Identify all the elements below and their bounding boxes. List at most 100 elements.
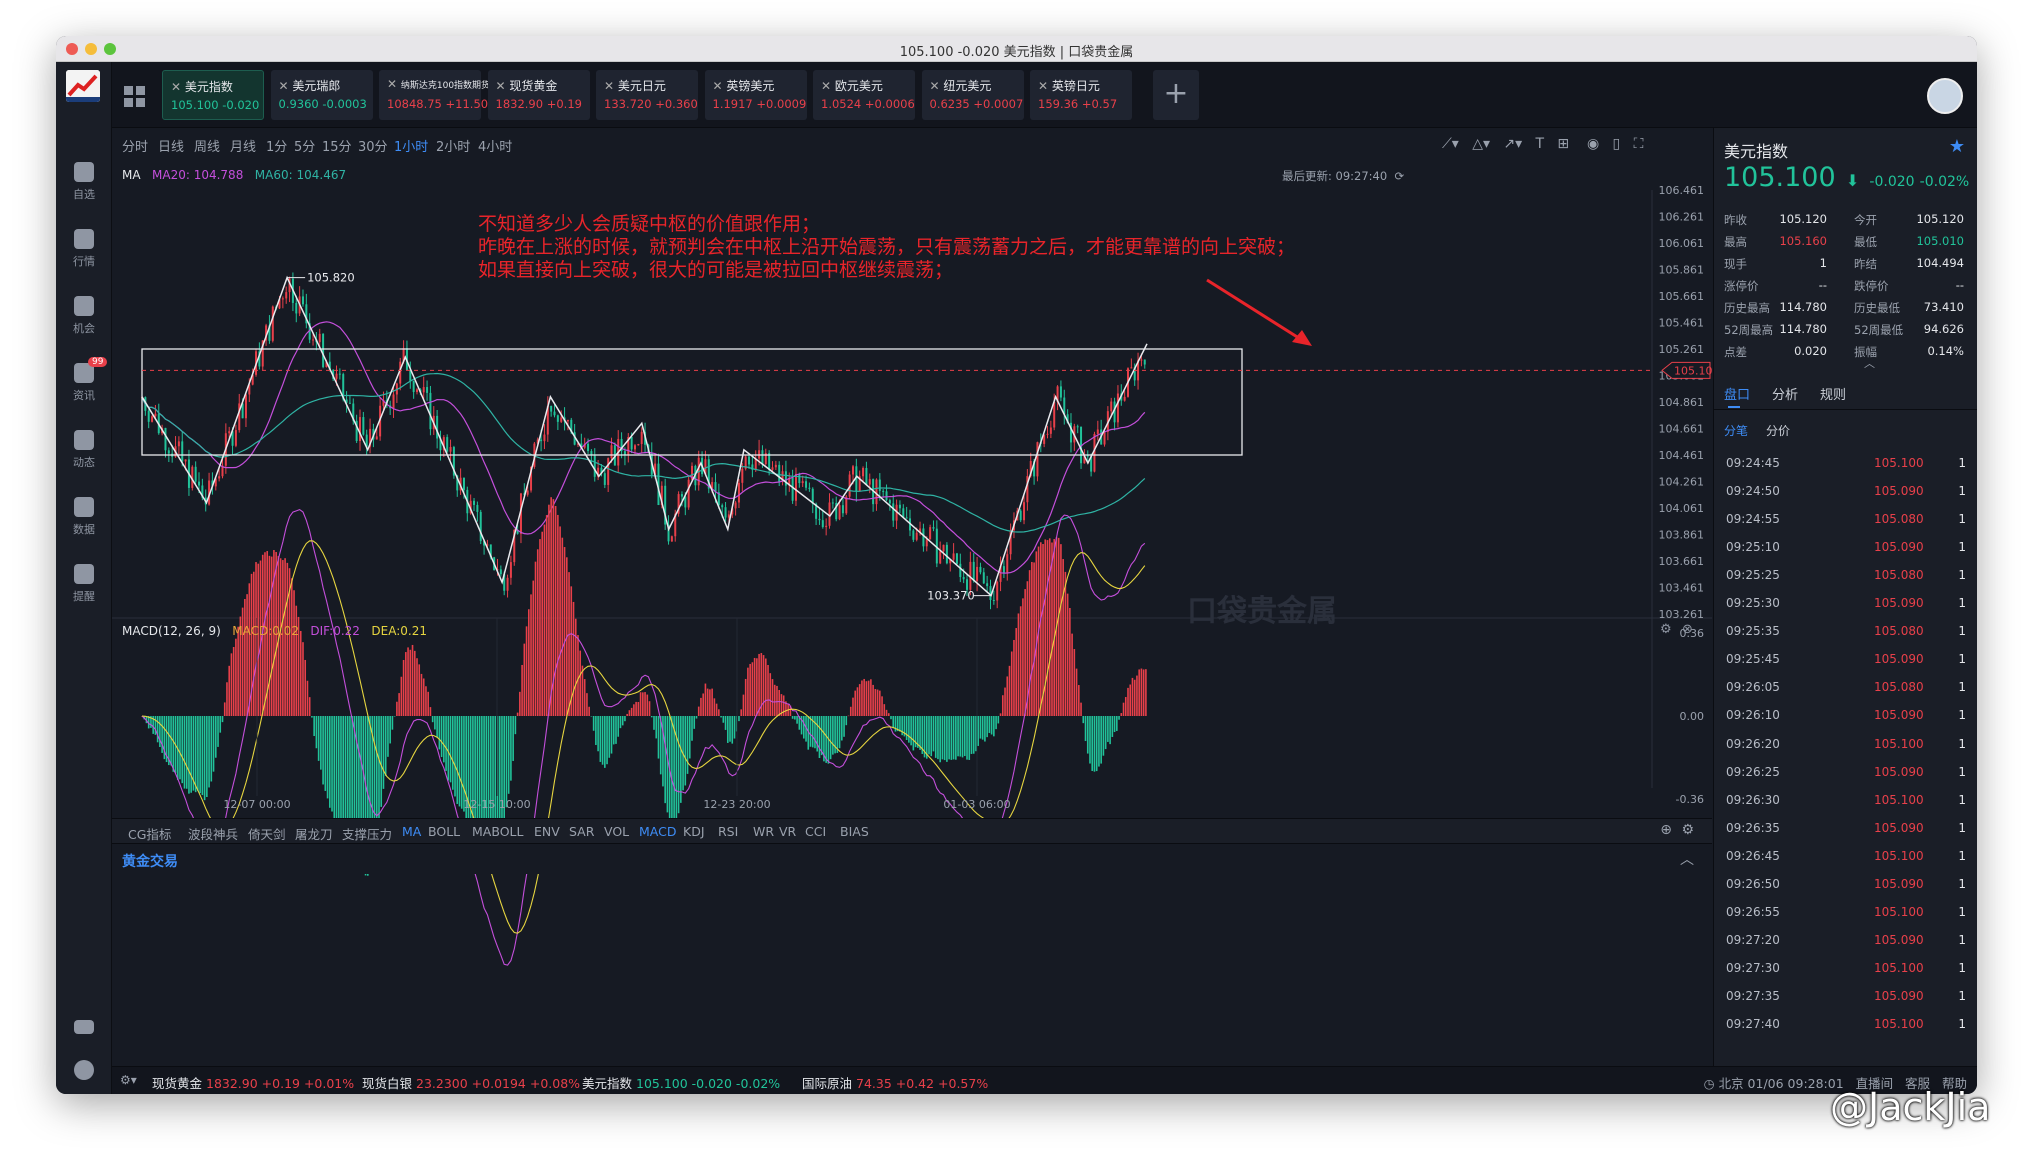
macd-bar <box>1062 559 1064 716</box>
indicator-17[interactable]: BIAS <box>840 824 869 839</box>
symbol-tab[interactable]: ✕ 英镑日元 159.36 +0.57 <box>1030 70 1132 120</box>
macd-bar <box>507 716 510 794</box>
indicator-7[interactable]: MABOLL <box>472 824 523 839</box>
symbol-tab[interactable]: ✕ 纳斯达克100指数期货 10848.75 +11.50 <box>379 70 490 120</box>
tab-close-icon[interactable]: ✕ <box>713 79 727 93</box>
symbol-tab[interactable]: ✕ 纽元美元 0.6235 +0.0007 <box>921 70 1024 120</box>
indicator-4[interactable]: 支撑压力 <box>342 824 392 843</box>
tab-close-icon[interactable]: ✕ <box>930 79 944 93</box>
status-ticker[interactable]: 国际原油 74.35 +0.42 +0.57% <box>802 1073 988 1092</box>
candle-body <box>865 467 868 485</box>
tab-close-icon[interactable]: ✕ <box>171 80 185 94</box>
indicator-15[interactable]: VR <box>779 824 796 839</box>
status-ticker[interactable]: 现货黄金 1832.90 +0.19 +0.01% <box>152 1073 354 1092</box>
stat-value: -- <box>1955 278 1964 292</box>
sidebar-item-5[interactable]: 数据 <box>56 497 112 537</box>
indicator-12[interactable]: KDJ <box>683 824 705 839</box>
status-settings-icon[interactable]: ⚙▾ <box>120 1073 137 1087</box>
sidebar-item-0[interactable]: 自选 <box>56 162 112 202</box>
trade-list[interactable]: 09:24:45 105.100 1 09:24:50 105.090 1 09:24:55… <box>1714 450 1977 1066</box>
indicator-9[interactable]: SAR <box>569 824 594 839</box>
candle-body <box>1036 442 1039 477</box>
symbol-tab[interactable]: ✕ 美元指数 105.100 -0.020 <box>162 70 264 120</box>
stats-collapse-icon[interactable]: ︿ <box>1864 355 1875 371</box>
symbol-tab[interactable]: ✕ 美元瑞郎 0.9360 -0.0003 <box>270 70 373 120</box>
quote-tab-1[interactable]: 分析 <box>1772 384 1798 403</box>
candle-body <box>972 561 975 581</box>
symbol-tab-quote: 1.1917 +0.0009 <box>713 97 807 111</box>
macd-bar <box>561 537 564 716</box>
indicator-settings-icon[interactable]: ⚙ <box>1681 822 1694 838</box>
tab-close-icon[interactable]: ✕ <box>1038 79 1052 93</box>
trade-row: 09:24:55 105.080 1 <box>1714 506 1977 534</box>
tab-close-icon[interactable]: ✕ <box>279 79 293 93</box>
macd-bar <box>928 716 930 755</box>
collapse-chevron-icon[interactable]: ︿ <box>1680 849 1694 869</box>
macd-bar <box>335 716 338 828</box>
quote-title: 美元指数 <box>1724 142 1789 161</box>
candle-body <box>748 456 751 465</box>
candle-body <box>607 458 610 485</box>
stat-value: 1 <box>1819 256 1827 270</box>
indicator-6[interactable]: BOLL <box>428 824 460 839</box>
trade-price: 105.090 <box>1874 988 1924 1003</box>
status-ticker[interactable]: 美元指数 105.100 -0.020 -0.02% <box>582 1073 780 1092</box>
indicator-1[interactable]: 波段神兵 <box>188 824 238 843</box>
quote-tab-2[interactable]: 规则 <box>1820 384 1846 403</box>
trade-subtab-1[interactable]: 分价 <box>1766 422 1790 439</box>
gold-trade-bar[interactable]: 黄金交易 ︿ <box>112 844 1712 874</box>
trade-price: 105.090 <box>1874 820 1924 835</box>
quote-tab-0[interactable]: 盘口 <box>1724 384 1750 403</box>
sidebar-item-4[interactable]: 动态 <box>56 430 112 470</box>
macd-bar <box>235 638 237 716</box>
trade-row: 09:26:25 105.090 1 <box>1714 759 1977 787</box>
add-tab-button[interactable]: + <box>1153 70 1199 120</box>
tab-change: -0.020 <box>222 98 260 112</box>
status-ticker[interactable]: 现货白银 23.2300 +0.0194 +0.08% <box>362 1073 580 1092</box>
symbol-tab[interactable]: ✕ 美元日元 133.720 +0.360 <box>596 70 698 120</box>
grid-menu-icon[interactable] <box>124 86 146 108</box>
settings-gear-icon[interactable] <box>56 1060 112 1084</box>
tab-close-icon[interactable]: ✕ <box>604 79 618 93</box>
indicator-11[interactable]: MACD <box>639 824 676 839</box>
macd-bar <box>1127 687 1129 716</box>
candle-body <box>550 405 553 412</box>
tab-close-icon[interactable]: ✕ <box>496 79 510 93</box>
sidebar-item-6[interactable]: 提醒 <box>56 564 112 604</box>
macd-bar <box>1142 669 1145 716</box>
x-tick-label: 12-23 20:00 <box>703 798 770 811</box>
sidebar-item-2[interactable]: 机会 <box>56 296 112 336</box>
macd-bar <box>206 716 208 798</box>
favorite-star-icon[interactable]: ★ <box>1949 136 1965 157</box>
sidebar-item-3[interactable]: 资讯 99 <box>56 357 112 403</box>
symbol-tab[interactable]: ✕ 欧元美元 1.0524 +0.0006 <box>813 70 915 120</box>
indicator-14[interactable]: WR <box>753 824 774 839</box>
indicator-2[interactable]: 倚天剑 <box>248 824 286 843</box>
indicator-5[interactable]: MA <box>402 824 421 839</box>
indicator-13[interactable]: RSI <box>718 824 738 839</box>
user-avatar[interactable] <box>1927 78 1963 114</box>
indicator-10[interactable]: VOL <box>604 824 629 839</box>
macd-bar <box>630 707 633 716</box>
macd-settings-icon[interactable]: ⚙ <box>1660 622 1672 637</box>
mail-icon[interactable] <box>56 1020 112 1038</box>
macd-close-icon[interactable]: ⊗ <box>1682 622 1693 637</box>
indicator-16[interactable]: CCI <box>805 824 826 839</box>
tab-close-icon[interactable]: ✕ <box>387 77 401 91</box>
quote-tabs: 盘口 分析 规则 <box>1714 374 1977 410</box>
macd-bar <box>952 716 955 760</box>
add-indicator-icon[interactable]: ⊕ <box>1660 822 1672 838</box>
indicator-8[interactable]: ENV <box>534 824 560 839</box>
indicator-0[interactable]: CG指标 <box>128 824 171 843</box>
tab-close-icon[interactable]: ✕ <box>821 79 835 93</box>
quote-change: -0.020 <box>1869 174 1915 190</box>
sidebar-item-1[interactable]: 行情 <box>56 229 112 269</box>
symbol-tab-name: ✕ 英镑美元 <box>713 77 775 94</box>
candle-body <box>198 481 201 486</box>
trade-qty: 1 <box>1958 708 1966 723</box>
symbol-tab[interactable]: ✕ 现货黄金 1832.90 +0.19 <box>487 70 590 120</box>
symbol-tab[interactable]: ✕ 英镑美元 1.1917 +0.0009 <box>704 70 807 120</box>
macd-bar <box>856 687 859 716</box>
trade-subtab-0[interactable]: 分笔 <box>1724 422 1748 439</box>
indicator-3[interactable]: 屠龙刀 <box>295 824 333 843</box>
